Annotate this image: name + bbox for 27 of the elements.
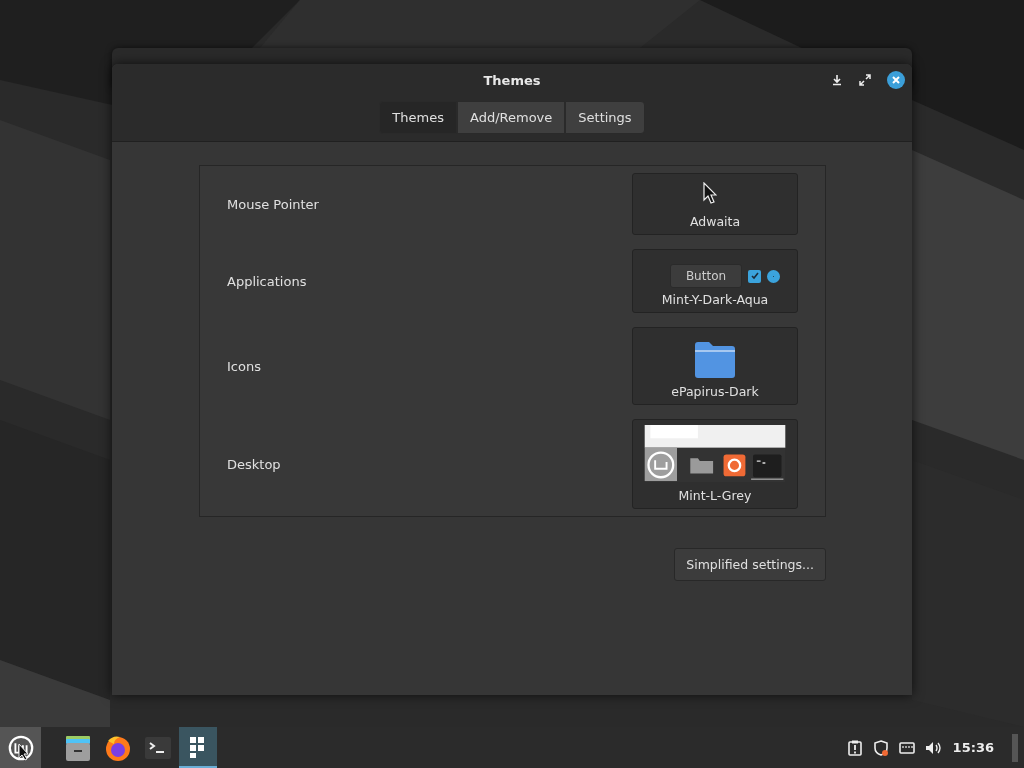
clipboard-icon[interactable] [846,739,863,756]
setting-label: Desktop [227,456,281,472]
clock[interactable]: 15:36 [952,740,994,755]
tab[interactable]: Themes [379,101,457,134]
shield-icon[interactable] [872,739,889,756]
taskbar-launcher[interactable] [179,727,217,768]
close-icon[interactable] [887,71,905,89]
theme-picker[interactable]: ePapirus-Dark [632,327,798,405]
setting-label: Mouse Pointer [227,196,319,212]
setting-label: Applications [227,273,307,289]
simplified-settings-button[interactable]: Simplified settings... [674,548,826,581]
setting-label: Icons [227,358,261,374]
menu-button[interactable] [0,727,41,768]
window-title: Themes [483,72,541,88]
theme-picker[interactable]: Button Mint-Y-Dark-Aqua [632,249,798,313]
tab[interactable]: Settings [565,101,645,134]
network-icon[interactable] [898,739,915,756]
maximize-icon[interactable] [859,74,871,86]
minimize-icon[interactable] [831,74,843,86]
theme-picker[interactable]: Adwaita [632,173,798,235]
cursor-icon [18,743,30,761]
logo-icon [6,733,35,762]
theme-picker[interactable]: Mint-L-Grey [632,419,798,509]
tab[interactable]: Add/Remove [457,101,566,134]
cursor-icon [703,182,717,204]
sample-button: Button [669,264,743,288]
folder-icon [695,342,735,378]
